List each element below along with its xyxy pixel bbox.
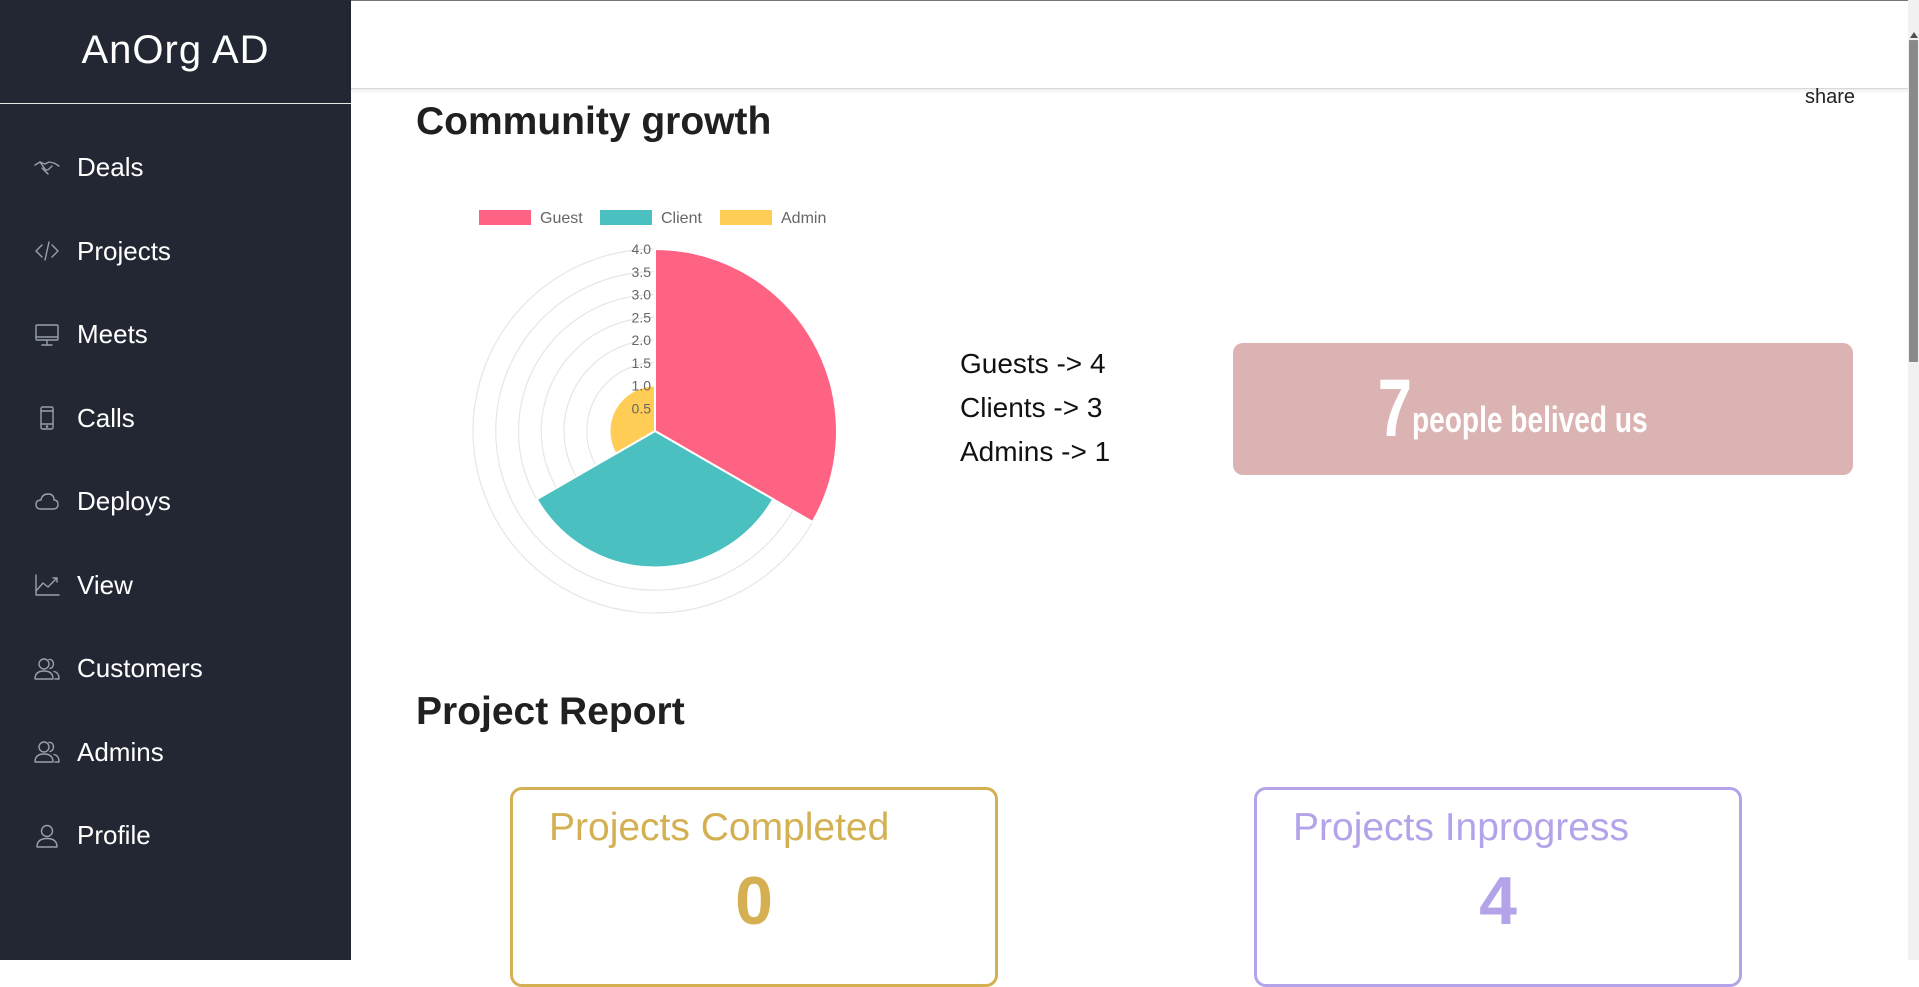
users-icon [32,654,62,684]
polar-area-chart[interactable]: Guest Client Admin 4.0 3.5 3.0 2.5 2.0 1.5 1.0 0.5 [455,198,855,618]
tick-label: 3.5 [632,264,652,280]
project-report-title: Project Report [416,690,685,733]
sidebar: AnOrg AD Deals Projects Meets Calls Depl… [0,0,351,960]
page-scrollbar[interactable] [1908,0,1919,960]
phone-icon [32,403,62,433]
sidebar-item-projects[interactable]: Projects [0,210,351,294]
sidebar-nav: Deals Projects Meets Calls Deploys View … [0,104,351,878]
sidebar-item-label: Calls [77,402,135,433]
legend-swatch-admin[interactable] [720,210,772,225]
tick-label: 1.5 [632,355,652,371]
projects-inprogress-value: 4 [1479,863,1517,939]
tick-label: 0.5 [632,400,652,416]
clients-count: Clients -> 3 [960,392,1103,423]
sidebar-item-label: Meets [77,319,148,350]
monitor-icon [32,320,62,350]
believers-count: 7 [1377,363,1413,454]
sidebar-item-deals[interactable]: Deals [0,126,351,210]
sidebar-item-deploys[interactable]: Deploys [0,460,351,544]
sidebar-item-label: Profile [77,820,151,851]
projects-inprogress-title: Projects Inprogress [1293,806,1629,849]
app-brand[interactable]: AnOrg AD [0,0,351,104]
believers-text: people belived us [1411,399,1648,440]
sidebar-item-calls[interactable]: Calls [0,377,351,461]
legend-label-client[interactable]: Client [661,210,702,227]
sidebar-item-admins[interactable]: Admins [0,711,351,795]
projects-completed-title: Projects Completed [549,806,890,849]
top-bar [351,0,1919,89]
legend-swatch-guest[interactable] [479,210,531,225]
sidebar-item-label: View [77,569,133,600]
sidebar-item-label: Deploys [77,486,171,517]
guests-count: Guests -> 4 [960,348,1106,379]
tick-label: 1.0 [632,378,652,394]
sidebar-item-label: Deals [77,152,144,183]
sidebar-item-label: Customers [77,653,203,684]
projects-completed-value: 0 [735,863,773,939]
sidebar-item-meets[interactable]: Meets [0,293,351,377]
tick-label: 2.5 [632,309,652,325]
legend-label-guest[interactable]: Guest [540,210,583,227]
sidebar-item-label: Admins [77,736,164,767]
community-growth-title: Community growth [416,100,772,143]
cloud-icon [32,487,62,517]
legend-swatch-client[interactable] [600,210,652,225]
projects-inprogress-card: Projects Inprogress 4 [1254,787,1742,987]
tick-label: 4.0 [632,241,652,257]
tick-label: 3.0 [632,287,652,303]
sidebar-item-profile[interactable]: Profile [0,794,351,878]
code-icon [32,236,62,266]
community-stats: Guests -> 4 Clients -> 3 Admins -> 1 [960,342,1110,474]
handshake-icon [32,153,62,183]
user-icon [32,821,62,851]
admins-count: Admins -> 1 [960,436,1111,467]
sidebar-item-label: Projects [77,235,171,266]
share-link[interactable]: share [1805,86,1855,109]
legend-label-admin[interactable]: Admin [781,210,826,227]
scroll-up-arrow-icon[interactable] [1910,32,1918,38]
sidebar-item-customers[interactable]: Customers [0,627,351,711]
users-icon [32,737,62,767]
chart-line-icon [32,570,62,600]
projects-completed-card: Projects Completed 0 [510,787,998,987]
scroll-thumb[interactable] [1909,40,1918,362]
believers-banner: 7 people belived us [1233,343,1853,475]
sidebar-item-view[interactable]: View [0,544,351,628]
tick-label: 2.0 [632,332,652,348]
